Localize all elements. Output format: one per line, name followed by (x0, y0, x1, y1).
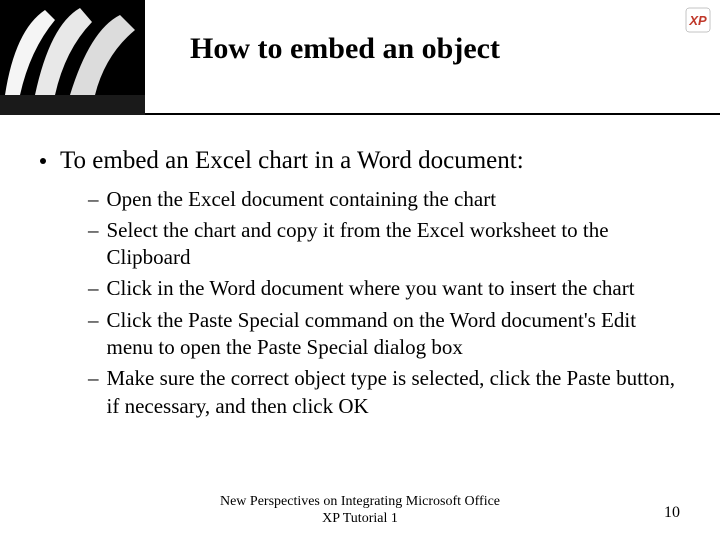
footer-text: New Perspectives on Integrating Microsof… (210, 494, 510, 528)
sub-bullet-text: Open the Excel document containing the c… (107, 186, 497, 213)
slide-footer: New Perspectives on Integrating Microsof… (0, 494, 720, 528)
xp-badge-icon: XP (684, 6, 712, 34)
sub-bullet-text: Click in the Word document where you wan… (107, 275, 635, 302)
sub-bullet-item: – Make sure the correct object type is s… (88, 365, 680, 420)
dash-icon: – (88, 365, 99, 392)
sub-bullet-item: – Select the chart and copy it from the … (88, 217, 680, 272)
bullet-item: To embed an Excel chart in a Word docume… (40, 145, 680, 178)
sub-bullet-item: – Click the Paste Special command on the… (88, 307, 680, 362)
sub-bullet-item: – Open the Excel document containing the… (88, 186, 680, 213)
slide-content: To embed an Excel chart in a Word docume… (0, 115, 720, 420)
dash-icon: – (88, 307, 99, 334)
slide-title: How to embed an object (190, 32, 500, 66)
dash-icon: – (88, 275, 99, 302)
svg-text:XP: XP (688, 13, 707, 28)
dash-icon: – (88, 217, 99, 244)
sub-bullet-list: – Open the Excel document containing the… (88, 186, 680, 420)
corner-image (0, 0, 145, 115)
bullet-icon (40, 158, 46, 164)
sub-bullet-text: Select the chart and copy it from the Ex… (107, 217, 681, 272)
bullet-text: To embed an Excel chart in a Word docume… (60, 145, 524, 178)
sub-bullet-item: – Click in the Word document where you w… (88, 275, 680, 302)
sub-bullet-text: Click the Paste Special command on the W… (107, 307, 681, 362)
page-number: 10 (664, 504, 680, 522)
sub-bullet-text: Make sure the correct object type is sel… (107, 365, 681, 420)
slide-header: How to embed an object XP (0, 0, 720, 115)
dash-icon: – (88, 186, 99, 213)
